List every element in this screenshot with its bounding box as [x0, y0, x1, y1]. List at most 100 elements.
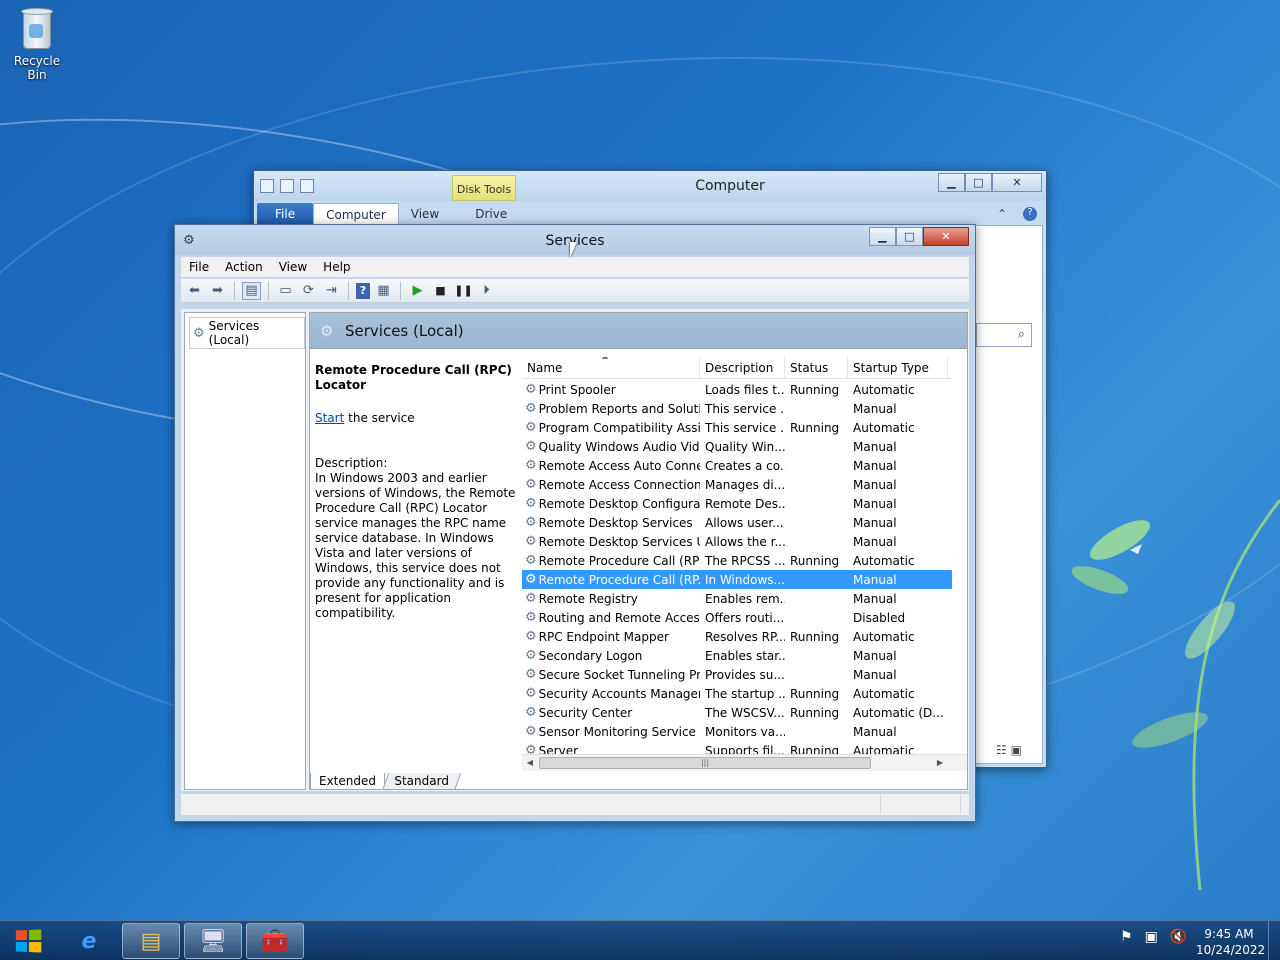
- column-description[interactable]: Description: [700, 357, 785, 379]
- service-name-cell: ⚙ Security Accounts Manager: [522, 686, 700, 701]
- scroll-thumb-horizontal[interactable]: |||: [539, 757, 871, 769]
- services-list[interactable]: ▲Name Description Status Startup Type ⚙P…: [522, 357, 967, 771]
- service-name: Remote Access Connection...: [538, 477, 700, 492]
- service-description: Provides su...: [705, 667, 785, 682]
- close-button[interactable]: ✕: [923, 227, 969, 246]
- close-button[interactable]: ✕: [992, 173, 1042, 192]
- help-icon[interactable]: ?: [1023, 207, 1037, 221]
- column-name[interactable]: ▲Name: [522, 357, 700, 379]
- action-center-flag-icon[interactable]: ⚑: [1120, 929, 1133, 945]
- volume-muted-icon[interactable]: 🔇: [1170, 929, 1187, 945]
- services-toolbox-icon[interactable]: 🧰: [246, 923, 304, 959]
- service-row[interactable]: ⚙ Quality Windows Audio Vid... Quality Win…: [522, 437, 952, 456]
- service-name: Security Accounts Manager: [538, 686, 700, 701]
- service-startup-type: Manual: [853, 439, 897, 454]
- service-gear-icon: ⚙: [525, 458, 537, 473]
- tree-node-services-local[interactable]: ⚙ Services (Local): [189, 317, 305, 349]
- export-list-icon[interactable]: ⇥: [322, 282, 341, 300]
- tab-drive[interactable]: Drive: [463, 203, 519, 225]
- horizontal-scrollbar[interactable]: ◀ ||| ▶: [522, 754, 967, 771]
- service-row[interactable]: ⚙ RPC Endpoint Mapper Resolves RP... Runnin…: [522, 627, 952, 646]
- start-service-link[interactable]: Start: [315, 411, 344, 425]
- restart-service-icon[interactable]: ⏵: [477, 282, 496, 300]
- service-row[interactable]: ⚙ Remote Desktop Configurat... Remote Des.…: [522, 494, 952, 513]
- properties-icon[interactable]: ▭: [276, 282, 295, 300]
- service-row[interactable]: ⚙ Security Accounts Manager The startup ..…: [522, 684, 952, 703]
- service-row[interactable]: ⚙ Remote Access Connection... Manages di..…: [522, 475, 952, 494]
- service-startup-type: Automatic: [853, 553, 915, 568]
- service-name: Remote Desktop Configurat...: [538, 496, 700, 511]
- column-startup-type[interactable]: Startup Type: [848, 357, 948, 379]
- back-icon[interactable]: ⬅: [185, 282, 204, 300]
- service-gear-icon: ⚙: [525, 420, 537, 435]
- start-button[interactable]: [10, 925, 49, 957]
- service-startup-type: Automatic: [853, 382, 915, 397]
- computer-management-icon[interactable]: 🖥: [184, 923, 242, 959]
- service-row[interactable]: ⚙ Security Center The WSCSV... Running Autom…: [522, 703, 952, 722]
- refresh-icon[interactable]: ⟳: [299, 282, 318, 300]
- internet-explorer-icon[interactable]: e: [60, 923, 118, 959]
- service-row[interactable]: ⚙ Secure Socket Tunneling Pr... Provides s…: [522, 665, 952, 684]
- minimize-button[interactable]: ▁: [938, 173, 965, 192]
- service-row[interactable]: ⚙ Remote Registry Enables rem... Manual: [522, 589, 952, 608]
- show-desktop-button[interactable]: [1268, 921, 1280, 960]
- start-service-icon[interactable]: ▶: [408, 282, 427, 300]
- service-gear-icon: ⚙: [525, 705, 537, 720]
- menu-view[interactable]: View: [271, 260, 315, 274]
- service-status: Running: [790, 553, 840, 568]
- service-name: Remote Access Auto Conne...: [538, 458, 700, 473]
- scroll-left-icon[interactable]: ◀: [522, 755, 538, 771]
- file-explorer-icon[interactable]: ▤: [122, 923, 180, 959]
- service-row[interactable]: ⚙ Remote Procedure Call (RPC) The RPCSS ..…: [522, 551, 952, 570]
- column-status[interactable]: Status: [785, 357, 848, 379]
- service-row[interactable]: ⚙ Routing and Remote Access Offers routi..…: [522, 608, 952, 627]
- clock[interactable]: 9:45 AM 10/24/2022: [1196, 926, 1266, 958]
- tab-file[interactable]: File: [257, 203, 314, 225]
- service-row[interactable]: ⚙ Problem Reports and Soluti... This servi…: [522, 399, 952, 418]
- service-row[interactable]: ⚙ Remote Desktop Services U... Allows the …: [522, 532, 952, 551]
- menu-action[interactable]: Action: [217, 260, 271, 274]
- tab-extended[interactable]: Extended: [310, 773, 385, 789]
- show-action-pane-icon[interactable]: ▦: [374, 282, 393, 300]
- menu-help[interactable]: Help: [315, 260, 358, 274]
- scroll-right-icon[interactable]: ▶: [932, 755, 948, 771]
- service-rows: ⚙ Print Spooler Loads files t... Running Aut…: [522, 380, 952, 760]
- view-toggle-icons[interactable]: ☷ ▣: [996, 743, 1022, 757]
- recycle-bin[interactable]: Recycle Bin: [4, 6, 70, 82]
- service-name-cell: ⚙ Program Compatibility Assi...: [522, 420, 700, 435]
- service-name: Routing and Remote Access: [538, 610, 700, 625]
- network-icon[interactable]: ▣: [1145, 929, 1158, 945]
- service-row[interactable]: ⚙ Program Compatibility Assi... This servi…: [522, 418, 952, 437]
- service-row[interactable]: ⚙ Secondary Logon Enables star... Manual: [522, 646, 952, 665]
- ribbon-collapse-icon[interactable]: ⌃: [985, 203, 1019, 225]
- maximize-button[interactable]: □: [965, 173, 992, 192]
- tab-standard[interactable]: Standard: [381, 773, 461, 789]
- services-gear-icon: ⚙: [193, 325, 205, 341]
- forward-icon[interactable]: ➡: [208, 282, 227, 300]
- service-name-cell: ⚙ RPC Endpoint Mapper: [522, 629, 700, 644]
- tab-computer[interactable]: Computer: [313, 203, 399, 225]
- service-row[interactable]: ⚙ Remote Procedure Call (RP... In Windows.…: [522, 570, 952, 589]
- service-row[interactable]: ⚙ Remote Desktop Services Allows user... Ma…: [522, 513, 952, 532]
- show-hide-console-tree-icon[interactable]: ▤: [242, 281, 261, 300]
- services-client-area: ⚙ Services (Local) ⚙ Services (Local) Re…: [181, 309, 969, 791]
- clock-time: 9:45 AM: [1204, 927, 1254, 941]
- minimize-button[interactable]: ▁: [869, 227, 896, 246]
- service-row[interactable]: ⚙ Remote Access Auto Conne... Creates a co…: [522, 456, 952, 475]
- service-gear-icon: ⚙: [525, 534, 537, 549]
- service-description: The startup ...: [705, 686, 785, 701]
- service-name: Quality Windows Audio Vid...: [538, 439, 700, 454]
- service-row[interactable]: ⚙ Sensor Monitoring Service Monitors va...…: [522, 722, 952, 741]
- maximize-button[interactable]: □: [896, 227, 923, 246]
- menu-file[interactable]: File: [181, 260, 217, 274]
- help-icon[interactable]: ?: [356, 282, 370, 299]
- service-row[interactable]: ⚙ Print Spooler Loads files t... Running Aut…: [522, 380, 952, 399]
- pause-service-icon[interactable]: ❚❚: [454, 282, 473, 300]
- search-icon[interactable]: ⌕: [976, 323, 1032, 347]
- clock-date: 10/24/2022: [1196, 943, 1266, 957]
- service-description: Allows the r...: [705, 534, 785, 549]
- tab-view[interactable]: View: [399, 203, 451, 225]
- stop-service-icon[interactable]: ■: [431, 282, 450, 300]
- computer-titlebar[interactable]: Disk Tools Computer ▁ □ ✕: [254, 171, 1046, 201]
- services-window[interactable]: ⚙ Services ▁ □ ✕ File Action View Help ⬅…: [174, 224, 976, 822]
